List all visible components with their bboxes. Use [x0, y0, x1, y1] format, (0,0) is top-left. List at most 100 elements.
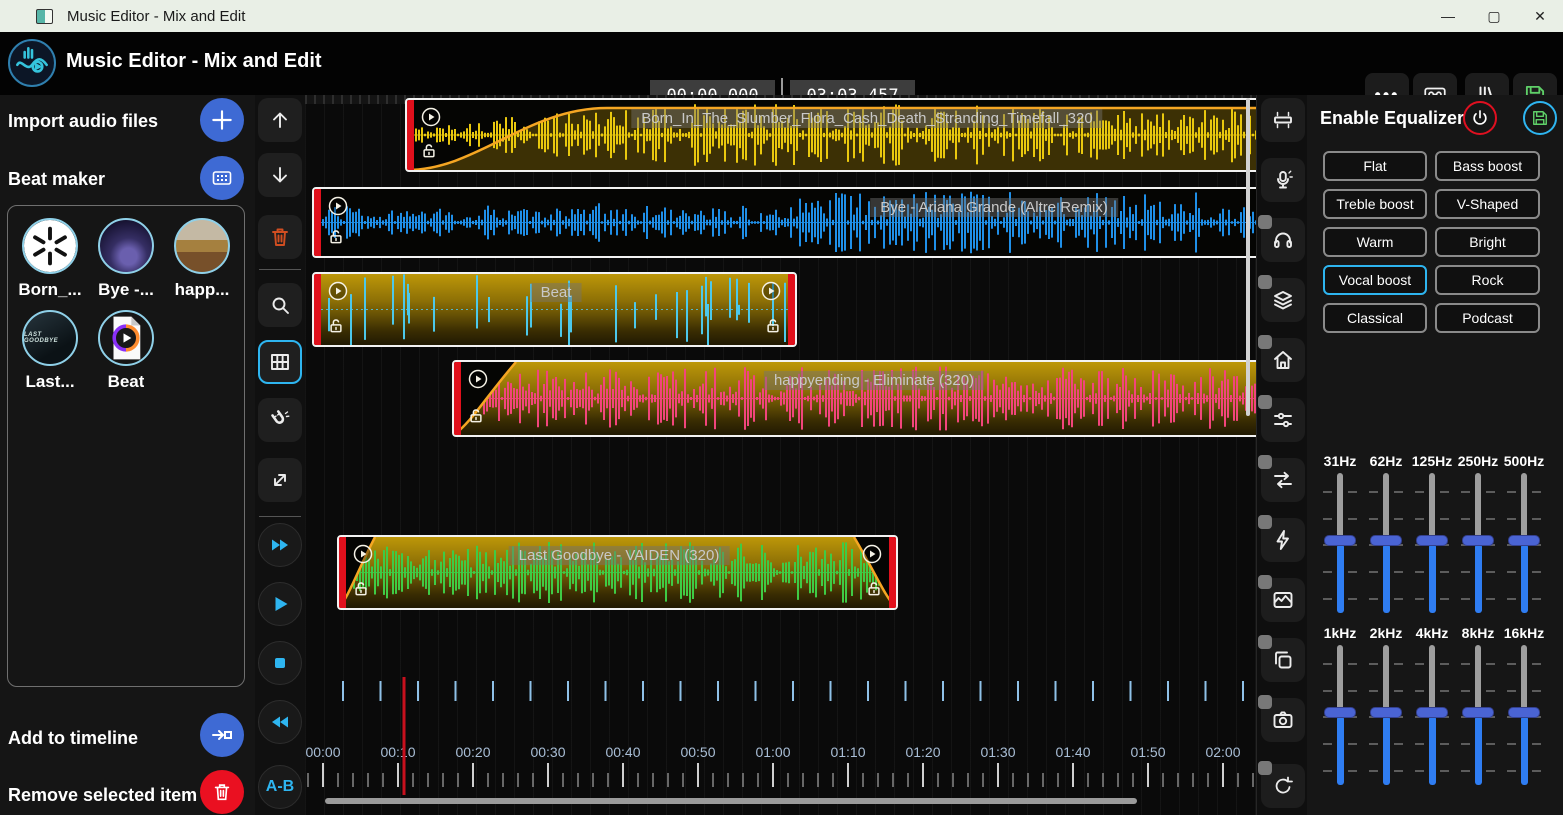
clip-left-handle[interactable]	[314, 274, 321, 345]
layers-button[interactable]	[1261, 278, 1305, 322]
clip-left-handle[interactable]	[454, 362, 461, 435]
clip-left-handle[interactable]	[407, 100, 414, 170]
timeline-ruler[interactable]: 00:0000:1000:2000:3000:4000:5001:0001:10…	[305, 675, 1256, 800]
eq-slider-thumb[interactable]	[1416, 707, 1448, 718]
preset-bright[interactable]: Bright	[1435, 227, 1540, 257]
eq-slider-500hz[interactable]	[1504, 473, 1544, 613]
swap-button[interactable]	[1261, 458, 1305, 502]
preset-treble-boost[interactable]: Treble boost	[1323, 189, 1427, 219]
move-up-button[interactable]	[258, 98, 302, 142]
eq-band-label: 250Hz	[1458, 453, 1498, 471]
clip-lock-open-icon[interactable]	[327, 228, 345, 246]
clip-lock-open-icon[interactable]	[865, 580, 883, 598]
preset-bass-boost[interactable]: Bass boost	[1435, 151, 1540, 181]
vertical-scrollbar[interactable]	[1246, 98, 1250, 416]
preset-vocal-boost[interactable]: Vocal boost	[1323, 265, 1427, 295]
clip-lock-open-icon[interactable]	[327, 317, 345, 335]
ab-loop-button[interactable]: A-B	[258, 765, 302, 809]
audio-list-item[interactable]: happ...	[164, 218, 240, 300]
clip-lock-open-icon[interactable]	[764, 317, 782, 335]
refresh-button[interactable]	[1261, 764, 1305, 808]
grid-button[interactable]	[258, 340, 302, 384]
eq-slider-2khz[interactable]	[1366, 645, 1406, 785]
clip-lock-open-icon[interactable]	[467, 407, 485, 425]
import-audio-button[interactable]	[200, 98, 244, 142]
preset-v-shaped[interactable]: V-Shaped	[1435, 189, 1540, 219]
audio-clip[interactable]: happyending - Eliminate (320)	[452, 360, 1256, 437]
eq-slider-thumb[interactable]	[1462, 535, 1494, 546]
search-button[interactable]	[258, 283, 302, 327]
headphones-button[interactable]	[1261, 218, 1305, 262]
rewind-button[interactable]	[258, 700, 302, 744]
eq-slider-thumb[interactable]	[1462, 707, 1494, 718]
audio-clip[interactable]: Bye - Ariana Grande (Altre Remix)	[312, 187, 1256, 258]
eq-slider-62hz[interactable]	[1366, 473, 1406, 613]
audio-list-item[interactable]: Born_...	[12, 218, 88, 300]
audio-clip[interactable]: Beat	[312, 272, 797, 347]
autotune-mic-button[interactable]	[1261, 158, 1305, 202]
audio-clip[interactable]: Born_In_The_Slumber_Flora_Cash_Death_Str…	[405, 98, 1256, 172]
clip-left-handle[interactable]	[339, 537, 346, 608]
clip-play-icon[interactable]	[419, 105, 443, 129]
audio-list-item[interactable]: LAST GOODBYELast...	[12, 310, 88, 392]
clip-play-icon[interactable]	[326, 279, 350, 303]
eq-slider-1khz[interactable]	[1320, 645, 1360, 785]
eq-slider-thumb[interactable]	[1508, 535, 1540, 546]
home-button[interactable]	[1261, 338, 1305, 382]
stop-button[interactable]	[258, 641, 302, 685]
magnet-button[interactable]	[258, 398, 302, 442]
preset-podcast[interactable]: Podcast	[1435, 303, 1540, 333]
eq-slider-thumb[interactable]	[1324, 535, 1356, 546]
clip-right-handle[interactable]	[788, 274, 795, 345]
maximize-button[interactable]: ▢	[1471, 0, 1517, 32]
audio-clip[interactable]: Last Goodbye - VAIDEN (320)	[337, 535, 898, 610]
eq-slider-8khz[interactable]	[1458, 645, 1498, 785]
eq-slider-16khz[interactable]	[1504, 645, 1544, 785]
clip-right-handle[interactable]	[889, 537, 896, 608]
clip-play-icon[interactable]	[351, 542, 375, 566]
minimize-button[interactable]: —	[1425, 0, 1471, 32]
save-preset-button[interactable]	[1523, 101, 1557, 135]
audio-list-item[interactable]: Bye -...	[88, 218, 164, 300]
eq-slider-thumb[interactable]	[1416, 535, 1448, 546]
preset-warm[interactable]: Warm	[1323, 227, 1427, 257]
filters-button[interactable]	[1261, 398, 1305, 442]
clip-play-icon[interactable]	[860, 542, 884, 566]
clip-lock-open-icon[interactable]	[352, 580, 370, 598]
eq-slider-250hz[interactable]	[1458, 473, 1498, 613]
delete-button[interactable]	[258, 215, 302, 259]
horizontal-scrollbar[interactable]	[325, 798, 1137, 804]
close-button[interactable]: ✕	[1517, 0, 1563, 32]
clip-play-icon[interactable]	[326, 194, 350, 218]
beat-maker-button[interactable]	[200, 156, 244, 200]
duplicate-button[interactable]	[1261, 638, 1305, 682]
add-to-timeline-button[interactable]	[200, 713, 244, 757]
remove-selected-button[interactable]	[200, 770, 244, 814]
wave-image-button[interactable]	[1261, 578, 1305, 622]
eq-slider-thumb[interactable]	[1324, 707, 1356, 718]
trim-button[interactable]	[1261, 98, 1305, 142]
equalizer-title: Enable Equalizer	[1320, 108, 1464, 129]
clip-lock-open-icon[interactable]	[420, 142, 438, 160]
clip-play-icon[interactable]	[759, 279, 783, 303]
audio-list-item[interactable]: Beat	[88, 310, 164, 392]
equalizer-power-button[interactable]	[1463, 101, 1497, 135]
eq-slider-31hz[interactable]	[1320, 473, 1360, 613]
fast-forward-button[interactable]	[258, 523, 302, 567]
eq-slider-125hz[interactable]	[1412, 473, 1452, 613]
timeline-area[interactable]: Born_In_The_Slumber_Flora_Cash_Death_Str…	[305, 95, 1256, 815]
preset-rock[interactable]: Rock	[1435, 265, 1540, 295]
clip-play-icon[interactable]	[466, 367, 490, 391]
expand-button[interactable]	[258, 458, 302, 502]
clip-left-handle[interactable]	[314, 189, 321, 256]
preset-classical[interactable]: Classical	[1323, 303, 1427, 333]
camera-rotate-button[interactable]	[1261, 698, 1305, 742]
eq-slider-thumb[interactable]	[1370, 707, 1402, 718]
eq-slider-thumb[interactable]	[1508, 707, 1540, 718]
play-button[interactable]	[258, 582, 302, 626]
flash-button[interactable]	[1261, 518, 1305, 562]
eq-slider-4khz[interactable]	[1412, 645, 1452, 785]
preset-flat[interactable]: Flat	[1323, 151, 1427, 181]
eq-slider-thumb[interactable]	[1370, 535, 1402, 546]
move-down-button[interactable]	[258, 153, 302, 197]
